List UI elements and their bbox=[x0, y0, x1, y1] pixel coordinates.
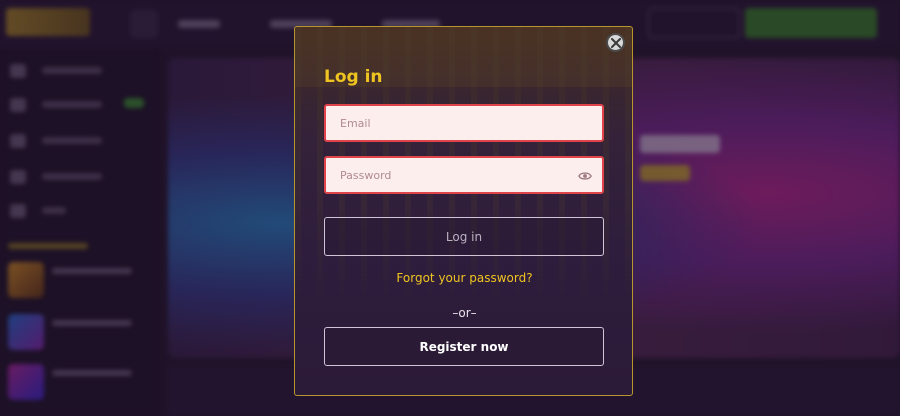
login-modal: Log in Log in Forgot your password? –or–… bbox=[294, 26, 633, 396]
close-button[interactable] bbox=[606, 33, 625, 52]
password-field-container bbox=[324, 156, 604, 194]
close-icon bbox=[610, 37, 621, 48]
email-field[interactable] bbox=[326, 106, 602, 140]
eye-icon[interactable] bbox=[578, 170, 592, 182]
login-button[interactable]: Log in bbox=[324, 217, 604, 256]
or-divider: –or– bbox=[452, 306, 477, 320]
register-button[interactable]: Register now bbox=[324, 327, 604, 366]
password-field[interactable] bbox=[326, 158, 602, 192]
modal-title: Log in bbox=[324, 67, 383, 87]
forgot-password-link[interactable]: Forgot your password? bbox=[295, 271, 632, 285]
email-field-container bbox=[324, 104, 604, 142]
